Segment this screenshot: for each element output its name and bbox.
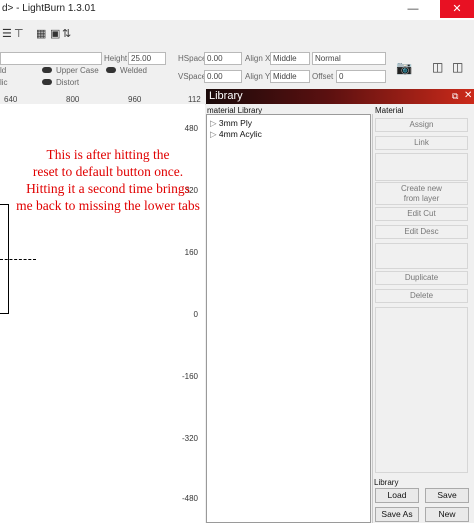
bold-label: ld [0,66,7,75]
assign-button[interactable]: Assign [375,118,468,132]
toolbar: ☰ ⊤ ▦ ▣ ⇅ [0,20,474,49]
y-tick: -160 [181,372,198,381]
window-title: d> - LightBurn 1.3.01 [2,3,96,14]
distribute-h-icon[interactable]: ⇅ [62,27,71,40]
font-select[interactable] [0,52,102,65]
material-spacer [375,153,468,181]
library-title: Library [209,90,243,102]
distort-toggle[interactable] [42,79,52,85]
hspace-field[interactable]: 0.00 [204,52,242,65]
expand-icon[interactable]: ▷ [210,118,217,128]
vspace-label: VSpace [178,72,207,81]
guide-line [0,259,36,260]
annotation-line: me back to missing the lower tabs [16,198,200,213]
annotation-text: This is after hitting the reset to defau… [10,146,206,214]
material-spacer [375,307,468,473]
y-tick: -320 [181,434,198,443]
annotation-line: Hitting it a second time brings [26,181,190,196]
y-tick: 480 [184,124,198,133]
hspace-label: HSpace [178,54,207,63]
float-icon[interactable]: ⧉ [452,91,458,102]
camera-icon[interactable]: 📷 [396,60,412,76]
aligny-select[interactable]: Middle [270,70,310,83]
aligny-label: Align Y [245,72,271,81]
uppercase-label: Upper Case [56,66,99,75]
italic-label: lic [0,78,8,87]
text-options-bar: Height 25.00 HSpace 0.00 Align X Middle … [0,48,474,91]
material-tree[interactable]: ▷ 3mm Ply ▷ 4mm Acylic [206,114,371,523]
offset-label: Offset [312,72,334,81]
mirror-icon[interactable]: ◫ [432,60,443,74]
edit-desc-button[interactable]: Edit Desc [375,225,468,239]
delete-button[interactable]: Delete [375,289,468,303]
distort-label: Distort [56,78,80,87]
link-button[interactable]: Link [375,136,468,150]
tree-item-label: 3mm Ply [218,118,252,128]
title-bar: d> - LightBurn 1.3.01 — ✕ [0,0,474,21]
material-spacer [375,243,468,269]
height-field[interactable]: 25.00 [128,52,166,65]
y-tick: 160 [184,248,198,257]
align-bottom-icon[interactable]: ▣ [50,27,60,40]
tree-item[interactable]: ▷ 3mm Ply [210,118,252,129]
alignx-label: Align X [245,54,271,63]
flip-icon[interactable]: ◫ [452,60,463,74]
style-select[interactable]: Normal [312,52,386,65]
annotation-line: This is after hitting the [46,147,170,162]
offset-field[interactable]: 0 [336,70,386,83]
tree-item[interactable]: ▷ 4mm Acylic [210,129,262,140]
save-button[interactable]: Save [425,488,469,503]
x-tick: 800 [66,95,80,104]
save-as-button[interactable]: Save As [375,507,419,522]
duplicate-button[interactable]: Duplicate [375,271,468,285]
height-label: Height [104,54,128,63]
close-icon[interactable]: ✕ [440,0,474,18]
distribute-icon[interactable]: ⊤ [14,27,24,40]
library-title-bar: Library ⧉ ✕ [206,89,474,104]
alignx-select[interactable]: Middle [270,52,310,65]
close-panel-icon[interactable]: ✕ [464,90,472,101]
library-group-label: Library [374,478,399,487]
new-button[interactable]: New [425,507,469,522]
create-from-layer-button[interactable]: Create new from layer [375,182,468,205]
welded-label: Welded [120,66,147,75]
welded-toggle[interactable] [106,67,116,73]
x-tick: 112 [188,95,201,104]
expand-icon[interactable]: ▷ [210,129,217,139]
y-tick: -480 [181,494,198,503]
align-icon[interactable]: ☰ [2,27,12,40]
align-center-icon[interactable]: ▦ [36,27,46,40]
annotation-line: reset to default button once. [32,164,184,179]
vspace-field[interactable]: 0.00 [204,70,242,83]
edit-cut-button[interactable]: Edit Cut [375,207,468,221]
y-tick: 0 [193,310,198,319]
minimize-icon[interactable]: — [398,0,428,18]
uppercase-toggle[interactable] [42,67,52,73]
x-tick: 960 [128,95,142,104]
x-ruler: 640 800 960 112 [0,90,206,105]
load-button[interactable]: Load [375,488,419,503]
tree-item-label: 4mm Acylic [218,129,262,139]
x-tick: 640 [4,95,18,104]
